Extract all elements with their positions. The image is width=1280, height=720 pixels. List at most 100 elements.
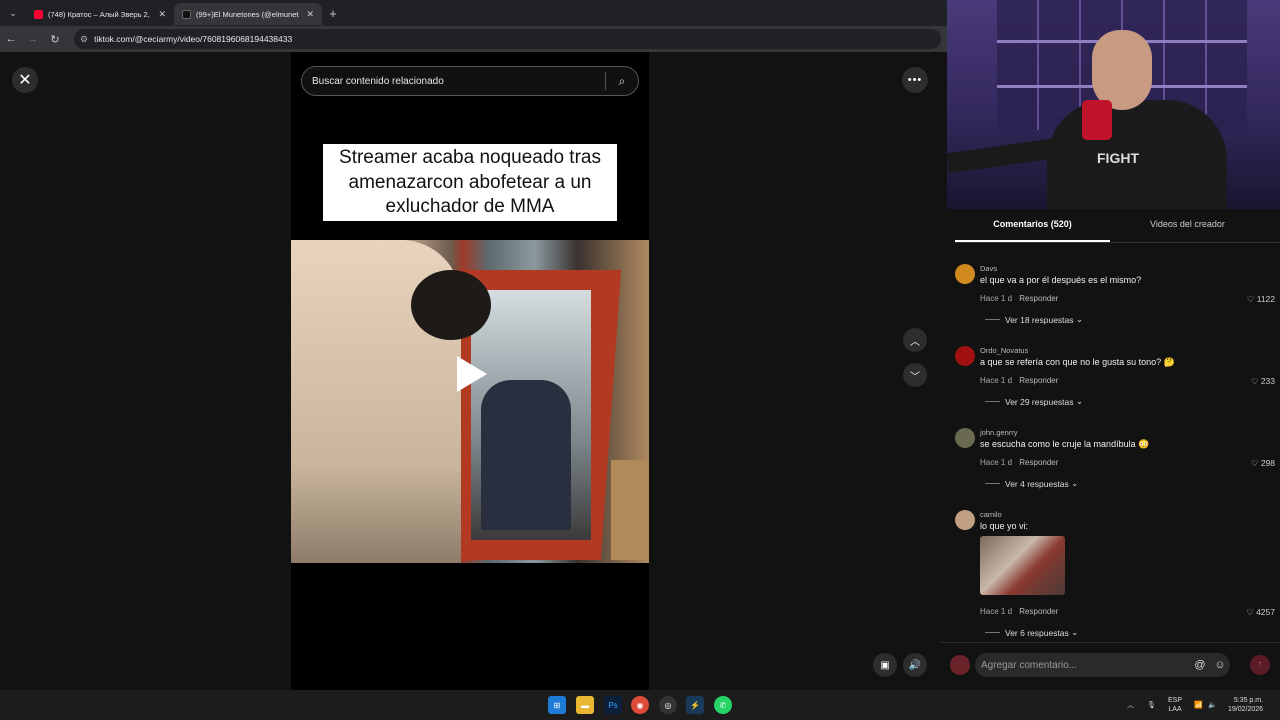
comment-username[interactable]: camilo <box>980 510 1002 519</box>
like-count: 233 <box>1260 376 1275 386</box>
comment-time: Hace 1 d <box>980 607 1013 616</box>
file-explorer-icon[interactable]: ▬ <box>576 696 594 714</box>
language-indicator[interactable]: ESP LAA <box>1168 690 1182 720</box>
webcam-overlay: FIGHT <box>947 0 1280 209</box>
tab-comments[interactable]: Comentarios (520) <box>955 219 1110 242</box>
mention-icon[interactable]: @ <box>1190 659 1210 671</box>
comment-username[interactable]: john.genrry <box>980 428 1018 437</box>
comment-meta: Hace 1 d Responder <box>980 607 1058 616</box>
add-comment-input[interactable]: Agregar comentario... @ ☺ <box>975 653 1230 677</box>
like-button[interactable]: ♡ 1122 <box>1247 294 1275 305</box>
back-button[interactable]: ← <box>0 33 22 45</box>
comment-username[interactable]: Ordo_Novatus <box>980 346 1028 355</box>
tab-close-icon[interactable]: ✕ <box>306 9 314 20</box>
taskbar: ⊞ ▬ Ps ◉ ◎ ⚡ ✆ ︿ 🎙 ESP LAA 📶 🔈 5:35 p.m.… <box>0 690 1280 720</box>
tab-youtube[interactable]: (748) Кратос – Алый Зверь 2, ✕ <box>26 3 174 25</box>
obs-icon[interactable]: ◎ <box>659 696 677 714</box>
like-button[interactable]: ♡ 233 <box>1251 376 1275 387</box>
float-player-icon[interactable]: ▣ <box>873 653 897 677</box>
tab-search-dropdown[interactable]: ⌄ <box>0 0 26 26</box>
search-placeholder: Buscar contenido relacionado <box>312 75 444 87</box>
reply-button[interactable]: Responder <box>1019 294 1058 303</box>
webcam-person-head <box>1092 30 1152 110</box>
search-icon[interactable]: ⌕ <box>606 74 638 89</box>
avatar[interactable] <box>955 428 975 448</box>
replies-label: Ver 4 respuestas <box>1005 478 1069 489</box>
comment-time: Hace 1 d <box>980 294 1013 303</box>
site-info-icon[interactable]: ⚙ <box>80 34 88 45</box>
tab-title: (748) Кратос – Алый Зверь 2, <box>48 9 150 19</box>
like-button[interactable]: ♡ 4257 <box>1246 607 1275 618</box>
view-replies-button[interactable]: Ver 18 respuestas ⌄ <box>985 314 1083 325</box>
photoshop-icon[interactable]: Ps <box>604 696 622 714</box>
comment-meta: Hace 1 d Responder <box>980 458 1058 467</box>
next-video-button[interactable]: ﹀ <box>903 363 927 387</box>
comment-meta: Hace 1 d Responder <box>980 294 1058 303</box>
clock[interactable]: 5:35 p.m. 19/02/2026 <box>1228 690 1263 720</box>
clock-time: 5:35 p.m. <box>1233 697 1264 704</box>
comment-meta: Hace 1 d Responder <box>980 376 1058 385</box>
add-comment-bar: Agregar comentario... @ ☺ ↑ <box>940 642 1280 690</box>
reload-button[interactable]: ↻ <box>44 33 66 46</box>
search-related-input[interactable]: Buscar contenido relacionado ⌕ <box>301 66 639 96</box>
tiktok-icon <box>182 9 191 19</box>
comment-username[interactable]: Davs <box>980 264 997 273</box>
more-options-button[interactable]: ••• <box>902 67 928 93</box>
speaker-icon[interactable]: 🔈 <box>1208 690 1217 720</box>
emoji-icon[interactable]: ☺ <box>1210 659 1230 671</box>
tab-close-icon[interactable]: ✕ <box>158 9 166 20</box>
reply-button[interactable]: Responder <box>1019 607 1058 616</box>
replies-line <box>985 401 1000 402</box>
reply-button[interactable]: Responder <box>1019 376 1058 385</box>
like-button[interactable]: ♡ 298 <box>1251 458 1275 469</box>
whatsapp-icon[interactable]: ✆ <box>714 696 732 714</box>
reply-button[interactable]: Responder <box>1019 458 1058 467</box>
volume-icon[interactable]: 🔊 <box>903 653 927 677</box>
comment-time: Hace 1 d <box>980 376 1013 385</box>
forward-button[interactable]: → <box>22 33 44 45</box>
youtube-icon <box>34 9 43 19</box>
avatar[interactable] <box>955 346 975 366</box>
comment-image[interactable] <box>980 536 1065 595</box>
comment-text: a que se refería con que no le gusta su … <box>980 357 1175 367</box>
view-replies-button[interactable]: Ver 6 respuestas ⌄ <box>985 627 1078 638</box>
replies-label: Ver 6 respuestas <box>1005 627 1069 638</box>
video-scene-chair <box>611 460 649 560</box>
send-button[interactable]: ↑ <box>1250 655 1270 675</box>
replies-line <box>985 632 1000 633</box>
wifi-icon[interactable]: 📶 <box>1194 690 1203 720</box>
tray-overflow-icon[interactable]: ︿ <box>1127 690 1134 720</box>
add-comment-placeholder: Agregar comentario... <box>981 659 1078 671</box>
video-frame[interactable] <box>291 240 649 563</box>
comment-text: lo que yo vi: <box>980 521 1029 531</box>
like-count: 4257 <box>1256 607 1275 617</box>
windows-start-icon[interactable]: ⊞ <box>548 696 566 714</box>
view-replies-button[interactable]: Ver 4 respuestas ⌄ <box>985 478 1078 489</box>
video-player[interactable]: Buscar contenido relacionado ⌕ Streamer … <box>291 52 649 690</box>
new-tab-button[interactable]: + <box>322 6 344 21</box>
app-icon[interactable]: ⚡ <box>686 696 704 714</box>
lang-code: ESP <box>1168 697 1183 704</box>
like-count: 1122 <box>1256 294 1275 304</box>
avatar[interactable] <box>955 264 975 284</box>
tab-tiktok[interactable]: (99+)El Munetones (@elmunet ✕ <box>174 3 322 25</box>
tab-title: (99+)El Munetones (@elmunet <box>196 9 299 19</box>
previous-video-button[interactable]: ︿ <box>903 328 927 352</box>
play-icon[interactable] <box>457 356 487 392</box>
url-text: tiktok.com/@ceciarmy/video/7608196068194… <box>94 34 293 44</box>
replies-label: Ver 18 respuestas <box>1005 314 1074 325</box>
user-avatar <box>950 655 970 675</box>
microphone-tray-icon[interactable]: 🎙 <box>1147 690 1156 720</box>
panel-tabs: Comentarios (520) Videos del creador <box>955 219 1280 243</box>
like-count: 298 <box>1260 458 1275 468</box>
view-replies-button[interactable]: Ver 29 respuestas ⌄ <box>985 396 1083 407</box>
url-field[interactable]: ⚙ tiktok.com/@ceciarmy/video/76081960681… <box>74 29 941 49</box>
avatar[interactable] <box>955 510 975 530</box>
tab-creator-videos[interactable]: Videos del creador <box>1110 219 1265 242</box>
comment-text: se escucha como le cruje la mandíbula 😳 <box>980 439 1150 449</box>
close-button[interactable]: ✕ <box>12 67 38 93</box>
tiktok-page: ✕ Buscar contenido relacionado ⌕ Streame… <box>0 52 940 690</box>
comment-text: el que va a por él después es el mismo? <box>980 275 1142 285</box>
replies-label: Ver 29 respuestas <box>1005 396 1074 407</box>
chrome-icon[interactable]: ◉ <box>631 696 649 714</box>
